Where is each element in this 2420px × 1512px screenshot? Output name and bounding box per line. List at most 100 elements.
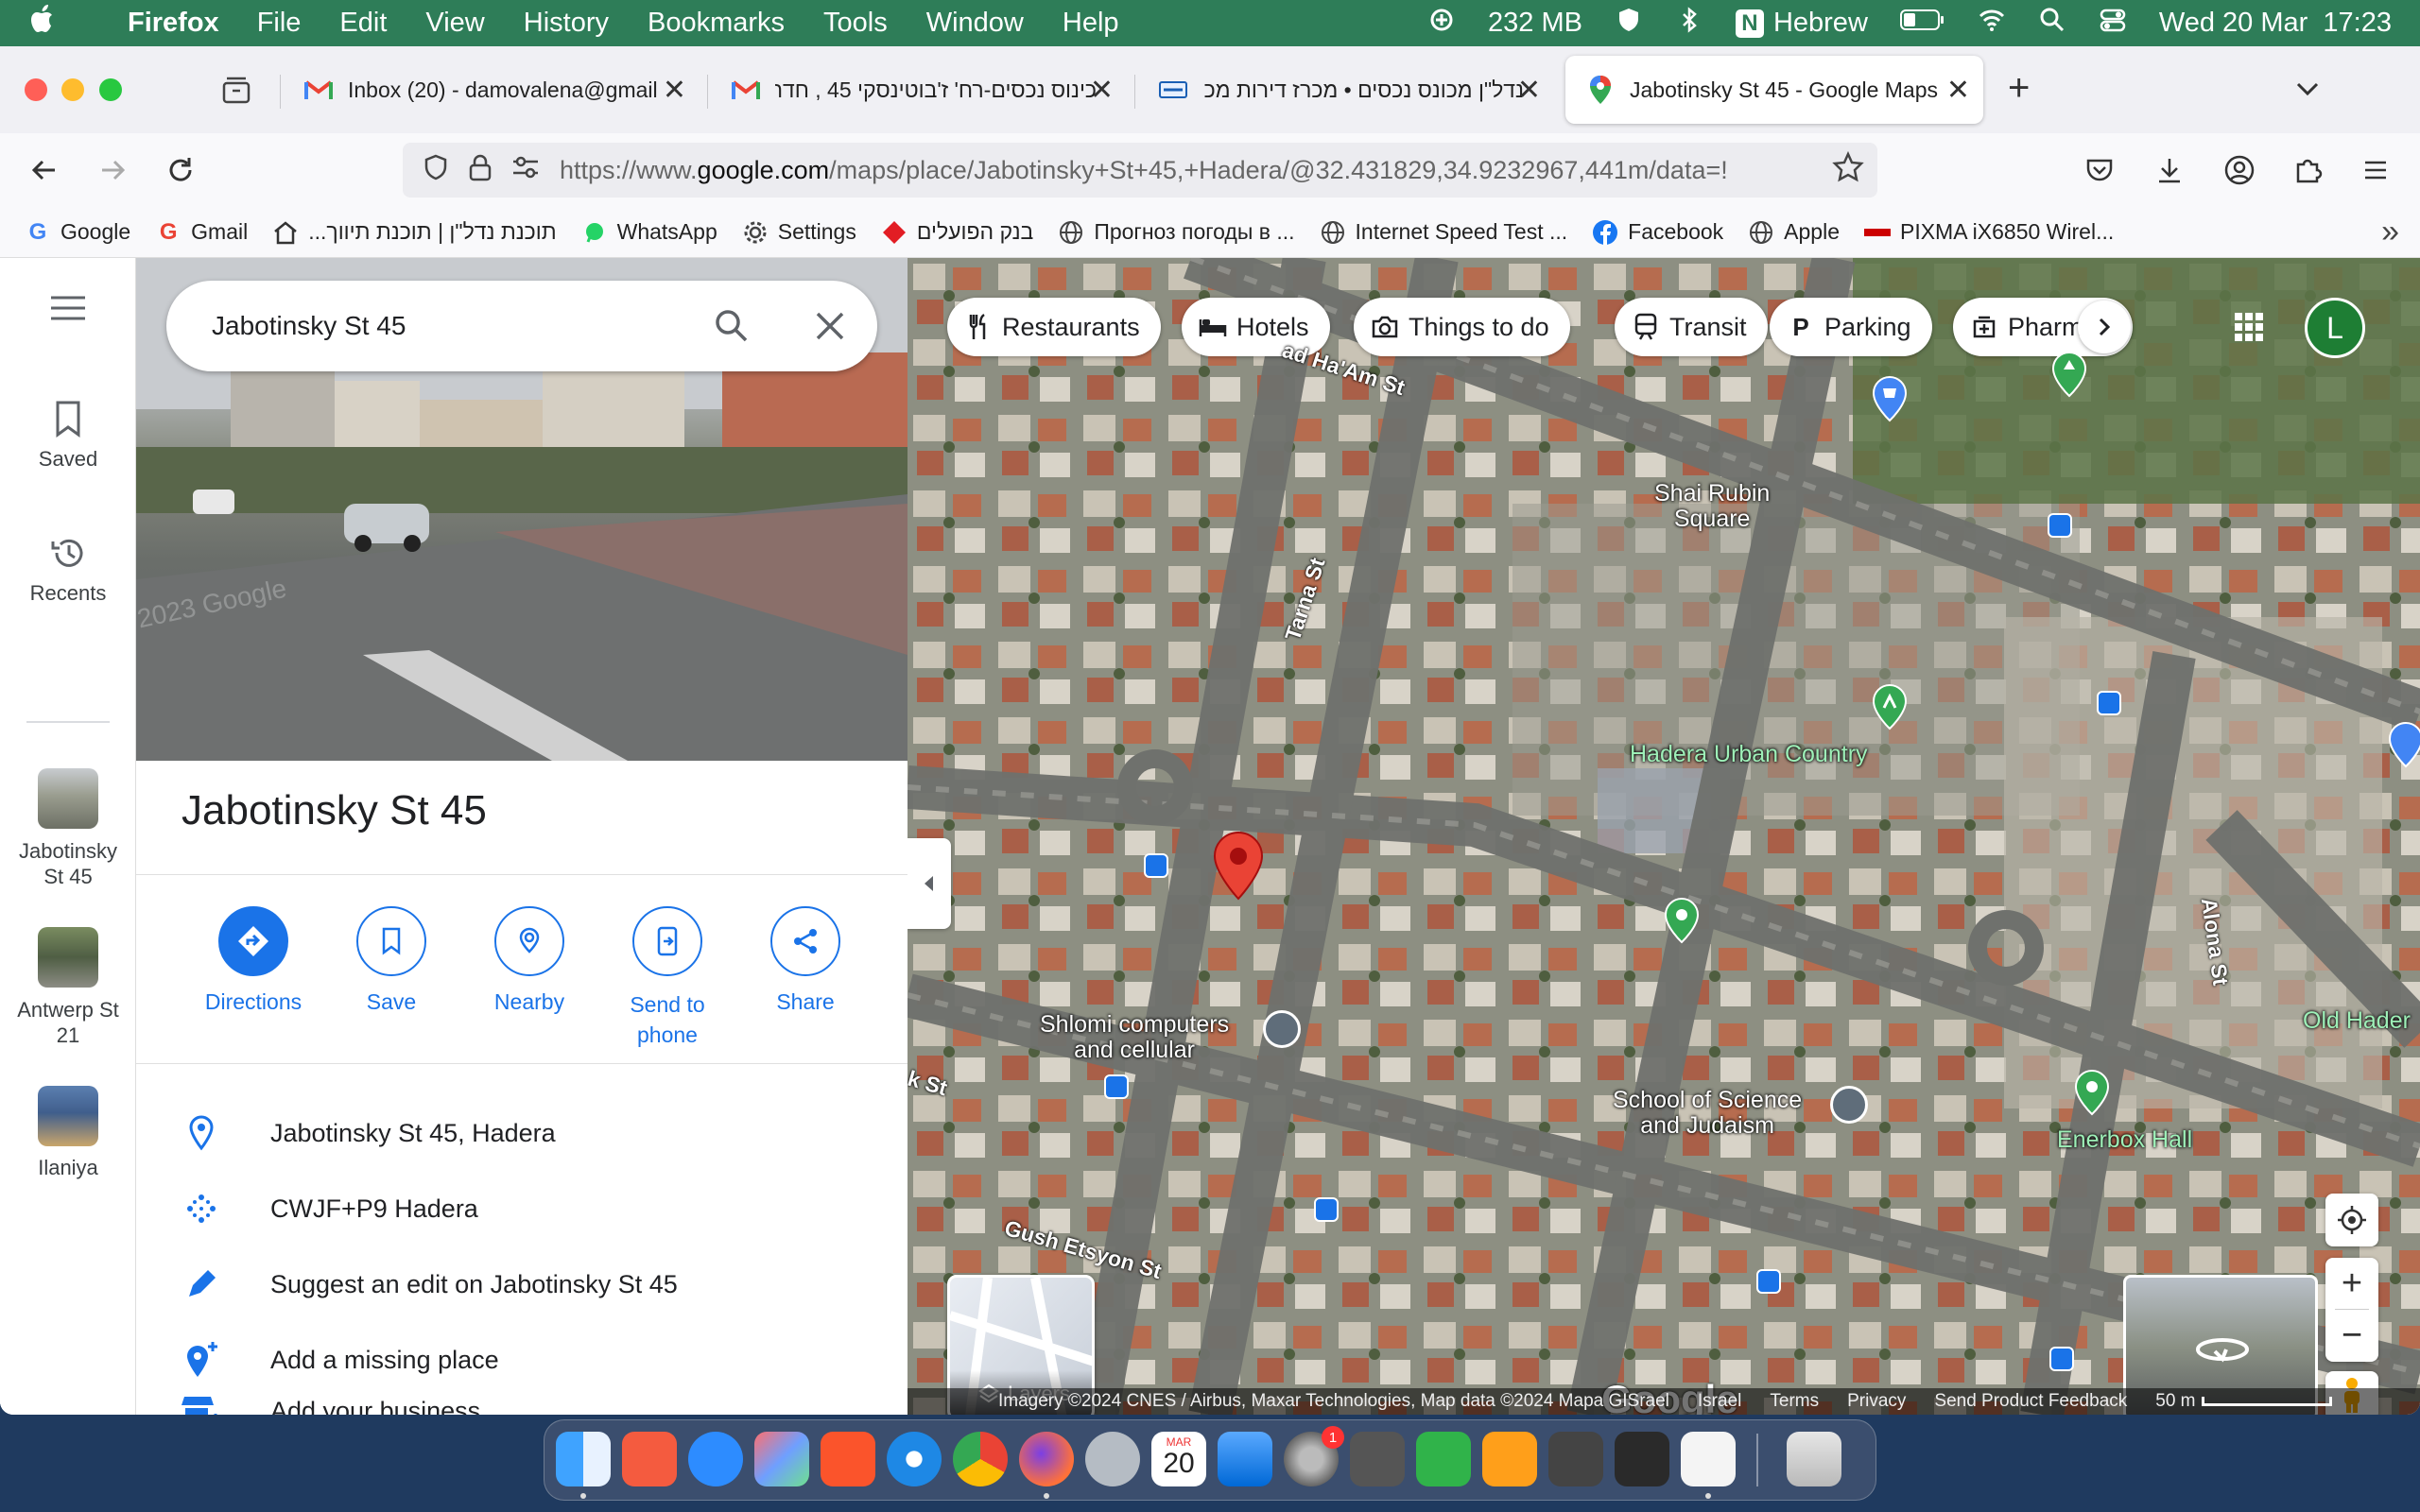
more-bookmarks-icon[interactable]: » (2381, 214, 2399, 250)
label-school-of-science[interactable]: School of Science and Judaism (1613, 1088, 1802, 1139)
recent-place-ilaniya[interactable]: Ilaniya (0, 1086, 136, 1180)
google-apps-icon[interactable] (2233, 311, 2265, 348)
anydesk-icon[interactable] (622, 1432, 677, 1486)
chip-restaurants[interactable]: Restaurants (947, 298, 1161, 356)
pocket-icon[interactable] (2076, 146, 2123, 194)
send-to-phone-button[interactable]: Send to phone (601, 906, 734, 1050)
search-box[interactable]: Jabotinsky St 45 (166, 281, 877, 371)
tab-gmail-inbox[interactable]: Inbox (20) - damovalena@gmail ✕ (284, 56, 700, 124)
poi-marker-shlomi[interactable] (1263, 1010, 1301, 1048)
pages-icon[interactable] (1482, 1432, 1537, 1486)
tracking-protection-shield-icon[interactable] (422, 153, 450, 188)
close-tab-icon[interactable]: ✕ (1946, 74, 1970, 107)
add-missing-place-row[interactable]: Add a missing place (182, 1332, 499, 1388)
zoom-out-button[interactable]: − (2342, 1310, 2362, 1361)
tab-google-maps[interactable]: Jabotinsky St 45 - Google Maps ✕ (1565, 56, 1983, 124)
bus-stop-icon[interactable] (1144, 853, 1168, 878)
recent-place-antwerp[interactable]: Antwerp St 21 (0, 927, 136, 1048)
chip-things-to-do[interactable]: Things to do (1354, 298, 1570, 356)
rail-recents[interactable]: Recents (0, 534, 136, 606)
input-source-menu[interactable]: N Hebrew (1735, 8, 1868, 39)
back-arrow-icon[interactable] (21, 146, 68, 194)
bookmark-bank-hapoalim[interactable]: בנק הפועלים (881, 219, 1033, 246)
bus-stop-icon[interactable] (2048, 513, 2072, 538)
bookmark-real-estate-software[interactable]: תוכנת נדל"ן | תוכנת תיווך... (272, 219, 557, 246)
directions-button[interactable]: Directions (187, 906, 320, 1015)
extensions-icon[interactable] (2284, 146, 2331, 194)
bookmark-gmail[interactable]: G Gmail (155, 219, 248, 246)
tab-gmail-message[interactable]: כינוס נכסים-רח' ז'בוטינסקי 45 , חדר ✕ (711, 56, 1127, 124)
menu-view[interactable]: View (425, 8, 484, 39)
region-link[interactable]: Israel (1698, 1391, 1741, 1412)
calculator-icon[interactable] (1548, 1432, 1603, 1486)
bookmark-apple[interactable]: Apple (1748, 219, 1840, 246)
menu-window[interactable]: Window (926, 8, 1024, 39)
privacy-link[interactable]: Privacy (1847, 1391, 1906, 1412)
chip-parking[interactable]: P Parking (1770, 298, 1932, 356)
shield-status-icon[interactable] (1615, 6, 1643, 42)
menu-tools[interactable]: Tools (823, 8, 888, 39)
chip-transit[interactable]: Transit (1615, 298, 1768, 356)
search-icon[interactable] (713, 307, 751, 352)
wifi-icon[interactable] (1978, 6, 2006, 42)
close-tab-icon[interactable]: ✕ (1090, 74, 1114, 107)
menu-bookmarks[interactable]: Bookmarks (648, 8, 785, 39)
apple-menu-icon[interactable] (28, 3, 85, 43)
poi-pin-shop-edge[interactable] (2388, 721, 2420, 768)
account-icon[interactable] (2216, 146, 2263, 194)
trash-icon[interactable] (1787, 1432, 1841, 1486)
address-row[interactable]: Jabotinsky St 45, Hadera (182, 1105, 556, 1161)
close-tab-icon[interactable]: ✕ (1517, 74, 1541, 107)
menu-help[interactable]: Help (1063, 8, 1119, 39)
forward-arrow-icon[interactable] (89, 146, 136, 194)
close-tab-icon[interactable]: ✕ (663, 74, 686, 107)
hamburger-menu-icon[interactable] (2352, 146, 2399, 194)
add-business-row[interactable]: Add your business (182, 1383, 480, 1415)
recent-place-jabotinsky[interactable]: Jabotinsky St 45 (0, 768, 136, 889)
account-avatar[interactable]: L (2305, 298, 2365, 358)
bus-stop-icon[interactable] (2049, 1347, 2074, 1371)
brave-icon[interactable] (821, 1432, 875, 1486)
tab-real-estate[interactable]: נדל"ן מכונס נכסים • מכרז דירות מכונ ✕ (1138, 56, 1554, 124)
label-shai-rubin-square[interactable]: Shai Rubin Square (1654, 481, 1770, 532)
tab-overview-icon[interactable] (219, 73, 253, 112)
bookmark-weather[interactable]: Прогноз погоды в ... (1058, 219, 1295, 246)
nearby-button[interactable]: Nearby (463, 906, 596, 1015)
system-settings-icon[interactable]: 1 (1284, 1426, 1344, 1486)
bookmark-google[interactable]: G Google (25, 219, 131, 246)
share-button[interactable]: Share (739, 906, 872, 1015)
memory-monitor-icon[interactable] (1427, 6, 1456, 42)
reload-icon[interactable] (157, 146, 204, 194)
bookmark-whatsapp[interactable]: WhatsApp (581, 219, 717, 246)
poi-pin-park[interactable] (2051, 351, 2087, 398)
firefox-icon[interactable] (1019, 1432, 1074, 1486)
list-all-tabs-icon[interactable] (2291, 73, 2324, 110)
bus-stop-icon[interactable] (2097, 691, 2121, 715)
address-bar[interactable]: https://www.google.com/maps/place/Jaboti… (403, 143, 1877, 198)
chips-next-button[interactable] (2078, 301, 2131, 353)
bookmark-pixma[interactable]: PIXMA iX6850 Wirel... (1863, 219, 2114, 246)
selected-location-pin[interactable] (1212, 831, 1265, 905)
my-location-button[interactable] (2325, 1194, 2378, 1246)
close-window-button[interactable] (25, 78, 47, 101)
menu-history[interactable]: History (524, 8, 609, 39)
main-menu-button[interactable] (0, 294, 136, 328)
bluetooth-icon[interactable] (1675, 6, 1703, 42)
label-hadera-urban-country[interactable]: Hadera Urban Country (1630, 742, 1868, 767)
numbers-icon[interactable] (1416, 1432, 1471, 1486)
menu-edit[interactable]: Edit (339, 8, 387, 39)
label-old-hadera[interactable]: Old Hader (2303, 1008, 2411, 1034)
clear-search-icon[interactable] (813, 309, 847, 350)
zoom-window-button[interactable] (99, 78, 122, 101)
launchpad-icon[interactable] (754, 1432, 809, 1486)
chrome-icon[interactable] (953, 1432, 1008, 1486)
textedit-icon[interactable] (1681, 1432, 1736, 1486)
finder-icon[interactable] (556, 1432, 611, 1486)
suggest-edit-row[interactable]: Suggest an edit on Jabotinsky St 45 (182, 1256, 678, 1313)
permissions-icon[interactable] (510, 153, 541, 188)
app-name-menu[interactable]: Firefox (128, 8, 219, 39)
bookmark-star-icon[interactable] (1832, 150, 1864, 190)
printer-icon[interactable] (1615, 1432, 1669, 1486)
menu-file[interactable]: File (257, 8, 302, 39)
label-enerbox-hall[interactable]: Enerbox Hall (2057, 1127, 2192, 1153)
